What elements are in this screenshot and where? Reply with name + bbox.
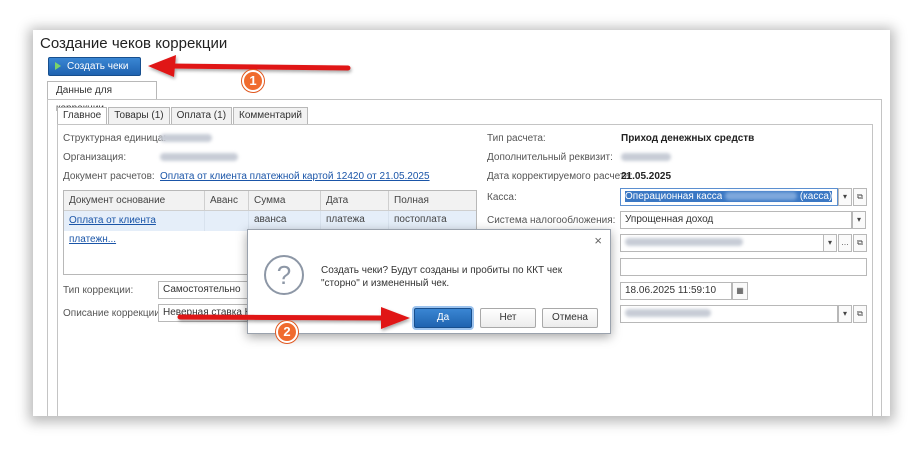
step-1-badge: 1 <box>242 70 264 92</box>
step-2-badge: 2 <box>276 321 298 343</box>
annotation-arrows <box>148 55 410 329</box>
